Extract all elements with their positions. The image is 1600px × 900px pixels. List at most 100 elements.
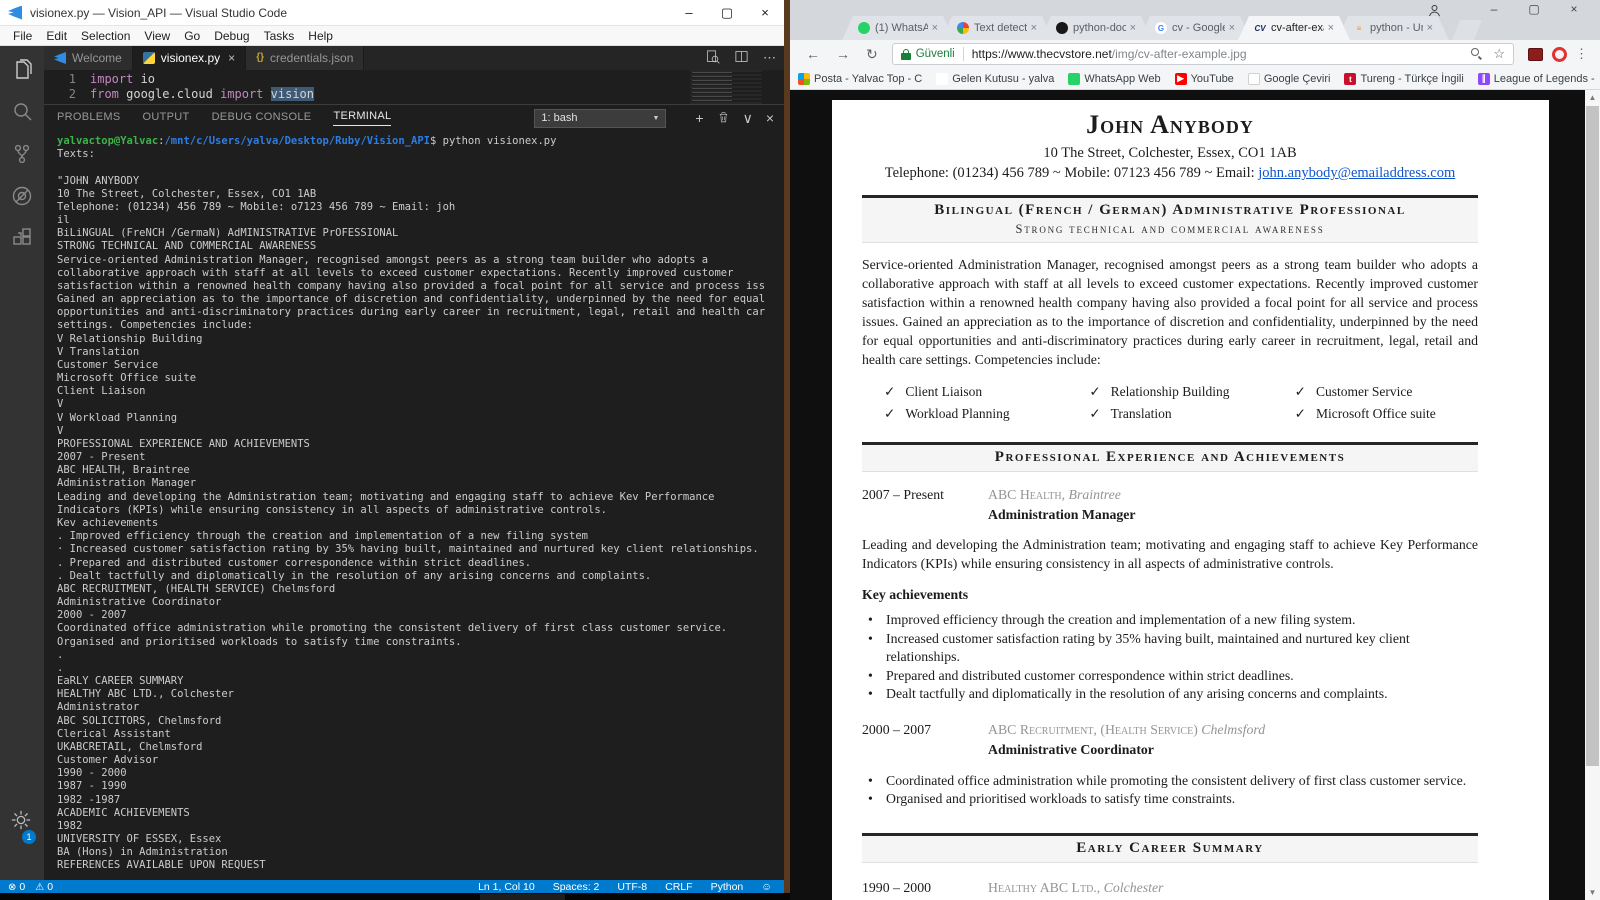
extensions-icon[interactable]: [10, 226, 34, 250]
tab-close-icon[interactable]: ×: [932, 22, 938, 34]
new-terminal-icon[interactable]: +: [695, 110, 703, 126]
terminal-shell-select[interactable]: 1: bash ▼: [534, 109, 666, 128]
tab-cv-after-example[interactable]: CV cv-after-exa ×: [1238, 16, 1350, 40]
bookmark-gmail[interactable]: MGelen Kutusu - yalva: [936, 73, 1054, 85]
close-button[interactable]: ×: [1554, 0, 1594, 18]
maximize-button[interactable]: ▢: [1514, 0, 1554, 18]
tab-github[interactable]: python-doc ×: [1040, 16, 1152, 40]
stack-icon: ≡: [1353, 22, 1365, 34]
scrollbar[interactable]: ▲ ▼: [1585, 90, 1600, 900]
cv-bullet-list: •Coordinated office administration while…: [862, 772, 1478, 809]
terminal-line: Clerical Assistant: [57, 728, 784, 741]
panel-tab-problems[interactable]: PROBLEMS: [57, 111, 121, 126]
encoding[interactable]: UTF-8: [617, 881, 647, 893]
tab-close-icon[interactable]: ×: [1229, 22, 1235, 34]
code-content[interactable]: import io from google.cloud import visio…: [90, 70, 314, 104]
panel-tab-output[interactable]: OUTPUT: [143, 111, 190, 126]
menu-view[interactable]: View: [137, 29, 177, 43]
tab-whatsapp[interactable]: (1) WhatsAp ×: [842, 16, 954, 40]
explorer-icon[interactable]: [10, 58, 34, 82]
panel-close-icon[interactable]: ×: [766, 110, 774, 126]
open-preview-icon[interactable]: [705, 49, 720, 67]
terminal-line: V Relationship Building: [57, 333, 784, 346]
vscode-window: visionex.py — Vision_API — Visual Studio…: [0, 0, 784, 893]
scrollbar-thumb[interactable]: [1586, 106, 1599, 766]
menu-file[interactable]: File: [6, 29, 39, 43]
scroll-up-icon[interactable]: ▲: [1585, 90, 1600, 105]
cv-key-achievements-heading: Key achievements: [862, 587, 1478, 603]
bookmark-translate[interactable]: AGoogle Çeviri: [1248, 73, 1331, 85]
bookmark-youtube[interactable]: ▶YouTube: [1175, 73, 1234, 85]
tab-close-icon[interactable]: ×: [228, 51, 235, 65]
menu-selection[interactable]: Selection: [74, 29, 137, 43]
scroll-down-icon[interactable]: ▼: [1585, 885, 1600, 900]
tab-google-search[interactable]: G cv - Google ×: [1139, 16, 1251, 40]
debug-icon[interactable]: [10, 184, 34, 208]
search-icon[interactable]: [10, 100, 34, 124]
secure-label[interactable]: Güvenli: [916, 48, 955, 60]
bullet-icon: •: [868, 630, 886, 667]
opera-extension-icon[interactable]: [1552, 47, 1567, 62]
terminal-line: .: [57, 662, 784, 675]
cv-job-entry: 1990 – 2000 Healthy ABC Ltd., Colchester: [862, 880, 1478, 896]
new-tab-button[interactable]: [1452, 20, 1482, 40]
kill-terminal-icon[interactable]: [717, 110, 730, 127]
bookmark-whatsapp[interactable]: WhatsApp Web: [1068, 73, 1160, 85]
chrome-frame[interactable]: – ▢ × (1) WhatsAp × Text detecti × pytho…: [790, 0, 1600, 40]
panel-maximize-icon[interactable]: ∨: [743, 110, 753, 127]
secure-lock-icon[interactable]: [901, 49, 911, 60]
menu-tasks[interactable]: Tasks: [257, 29, 302, 43]
zoom-icon[interactable]: [1471, 48, 1483, 60]
extension-icon[interactable]: [1528, 48, 1543, 61]
bookmark-star-icon[interactable]: ☆: [1493, 46, 1505, 62]
tab-close-icon[interactable]: ×: [1130, 22, 1136, 34]
maximize-button[interactable]: ▢: [708, 0, 746, 26]
tab-close-icon[interactable]: ×: [1328, 22, 1334, 34]
language-mode[interactable]: Python: [711, 881, 744, 893]
more-actions-icon[interactable]: ⋯: [763, 50, 776, 66]
tab-close-icon[interactable]: ×: [1427, 22, 1433, 34]
minimap[interactable]: [690, 70, 762, 104]
url-text[interactable]: https://www.thecvstore.net/img/cv-after-…: [972, 47, 1466, 61]
forward-icon[interactable]: →: [836, 46, 850, 62]
eol-sequence[interactable]: CRLF: [665, 881, 692, 893]
menu-edit[interactable]: Edit: [39, 29, 74, 43]
source-control-icon[interactable]: [10, 142, 34, 166]
reload-icon[interactable]: ↻: [866, 46, 878, 63]
split-editor-icon[interactable]: [734, 49, 749, 67]
bookmark-twitch[interactable]: ∥League of Legends -: [1478, 73, 1595, 85]
terminal[interactable]: yalvactop@Yalvac:/mnt/c/Users/yalva/Desk…: [44, 131, 784, 880]
menu-go[interactable]: Go: [177, 29, 207, 43]
close-button[interactable]: ×: [746, 0, 784, 26]
indentation[interactable]: Spaces: 2: [553, 881, 600, 893]
tab-close-icon[interactable]: ×: [1031, 22, 1037, 34]
panel-tab-terminal[interactable]: TERMINAL: [333, 110, 391, 126]
terminal-line: Telephone: (01234) 456 789 ~ Mobile: o71…: [57, 201, 784, 214]
tab-welcome[interactable]: Welcome: [44, 46, 133, 70]
cv-email-link[interactable]: john.anybody@emailaddress.com: [1258, 165, 1455, 181]
vscode-titlebar[interactable]: visionex.py — Vision_API — Visual Studio…: [0, 0, 784, 26]
tab-python-question[interactable]: ≡ python - Un ×: [1337, 16, 1449, 40]
terminal-line: · Increased customer satisfaction rating…: [57, 543, 784, 556]
warnings-indicator[interactable]: ⚠0: [35, 881, 53, 893]
errors-indicator[interactable]: ⊗0: [8, 881, 25, 893]
menu-debug[interactable]: Debug: [207, 29, 256, 43]
terminal-line: BA (Hons) in Administration: [57, 846, 784, 859]
competency-item: ✓Customer Service: [1273, 384, 1478, 400]
cursor-position[interactable]: Ln 1, Col 10: [478, 881, 535, 893]
bookmark-tureng[interactable]: tTureng - Türkçe İngili: [1344, 73, 1463, 85]
panel-tab-debug-console[interactable]: DEBUG CONSOLE: [212, 111, 312, 126]
bookmark-posta[interactable]: Posta - Yalvac Top - C: [798, 73, 922, 85]
chrome-menu-icon[interactable]: ⋮: [1575, 46, 1588, 62]
tab-text-detection[interactable]: Text detecti ×: [941, 16, 1053, 40]
minimize-button[interactable]: –: [670, 0, 708, 26]
menu-help[interactable]: Help: [301, 29, 340, 43]
tab-visionex-py[interactable]: visionex.py ×: [133, 46, 246, 70]
tab-credentials-json[interactable]: {} credentials.json: [246, 46, 364, 70]
address-bar[interactable]: Güvenli https://www.thecvstore.net/img/c…: [892, 43, 1514, 65]
code-editor[interactable]: 1 2 import io from google.cloud import v…: [44, 70, 784, 104]
back-icon[interactable]: ←: [806, 46, 820, 62]
feedback-smiley-icon[interactable]: ☺: [761, 881, 772, 893]
vscode-logo-icon: [54, 52, 66, 64]
check-icon: ✓: [1295, 384, 1306, 399]
